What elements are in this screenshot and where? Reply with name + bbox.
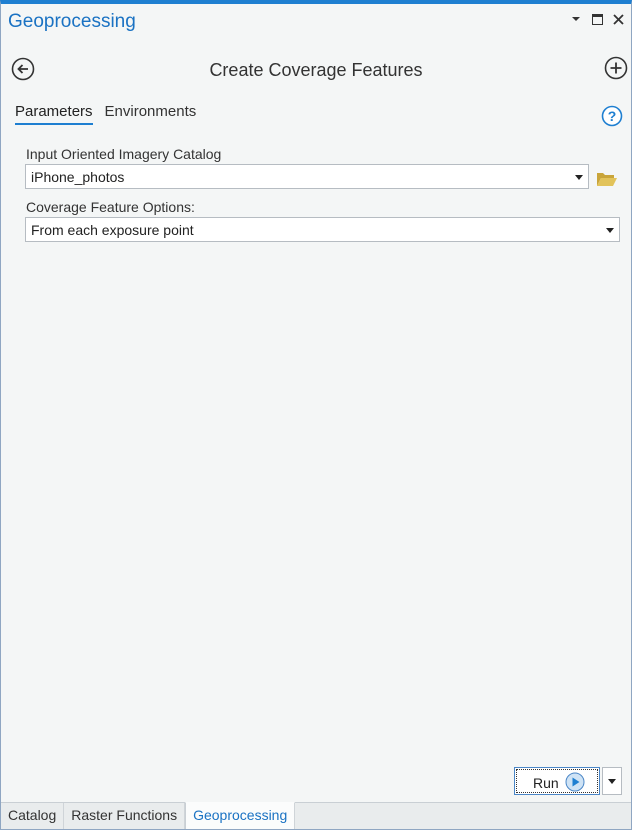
tab-parameters[interactable]: Parameters	[15, 103, 93, 125]
run-options-dropdown[interactable]	[602, 767, 622, 795]
tab-catalog[interactable]: Catalog	[1, 803, 65, 829]
add-circle-icon[interactable]	[604, 56, 628, 80]
maximize-icon[interactable]	[590, 12, 604, 26]
pane-title: Geoprocessing	[8, 11, 136, 32]
help-icon[interactable]: ?	[601, 105, 623, 127]
tool-title: Create Coverage Features	[209, 60, 423, 80]
chevron-down-icon[interactable]	[569, 12, 583, 26]
close-icon[interactable]	[611, 12, 625, 26]
parameter-tabs: Parameters Environments	[15, 103, 196, 125]
geoprocessing-pane: Geoprocessing Create Coverage Features P…	[0, 0, 632, 830]
input-catalog-value: iPhone_photos	[31, 169, 125, 185]
folder-open-icon[interactable]	[596, 170, 618, 188]
svg-text:?: ?	[608, 108, 617, 124]
tool-header: Create Coverage Features	[1, 52, 631, 86]
window-controls	[569, 12, 625, 26]
coverage-options-value: From each exposure point	[31, 222, 194, 238]
bottom-tab-strip: Catalog Raster Functions Geoprocessing	[1, 802, 631, 829]
run-button[interactable]: Run	[514, 767, 600, 795]
input-catalog-dropdown[interactable]: iPhone_photos	[25, 164, 589, 189]
play-icon	[565, 772, 585, 792]
tab-environments[interactable]: Environments	[105, 103, 197, 125]
tab-geoprocessing[interactable]: Geoprocessing	[185, 802, 296, 829]
run-label: Run	[533, 775, 559, 791]
chevron-down-icon	[608, 779, 616, 784]
coverage-options-dropdown[interactable]: From each exposure point	[25, 217, 620, 242]
input-catalog-label: Input Oriented Imagery Catalog	[26, 146, 222, 162]
chevron-down-icon[interactable]	[575, 175, 583, 180]
coverage-options-label: Coverage Feature Options:	[26, 199, 195, 215]
chevron-down-icon[interactable]	[606, 228, 614, 233]
tab-raster-functions[interactable]: Raster Functions	[64, 803, 186, 829]
